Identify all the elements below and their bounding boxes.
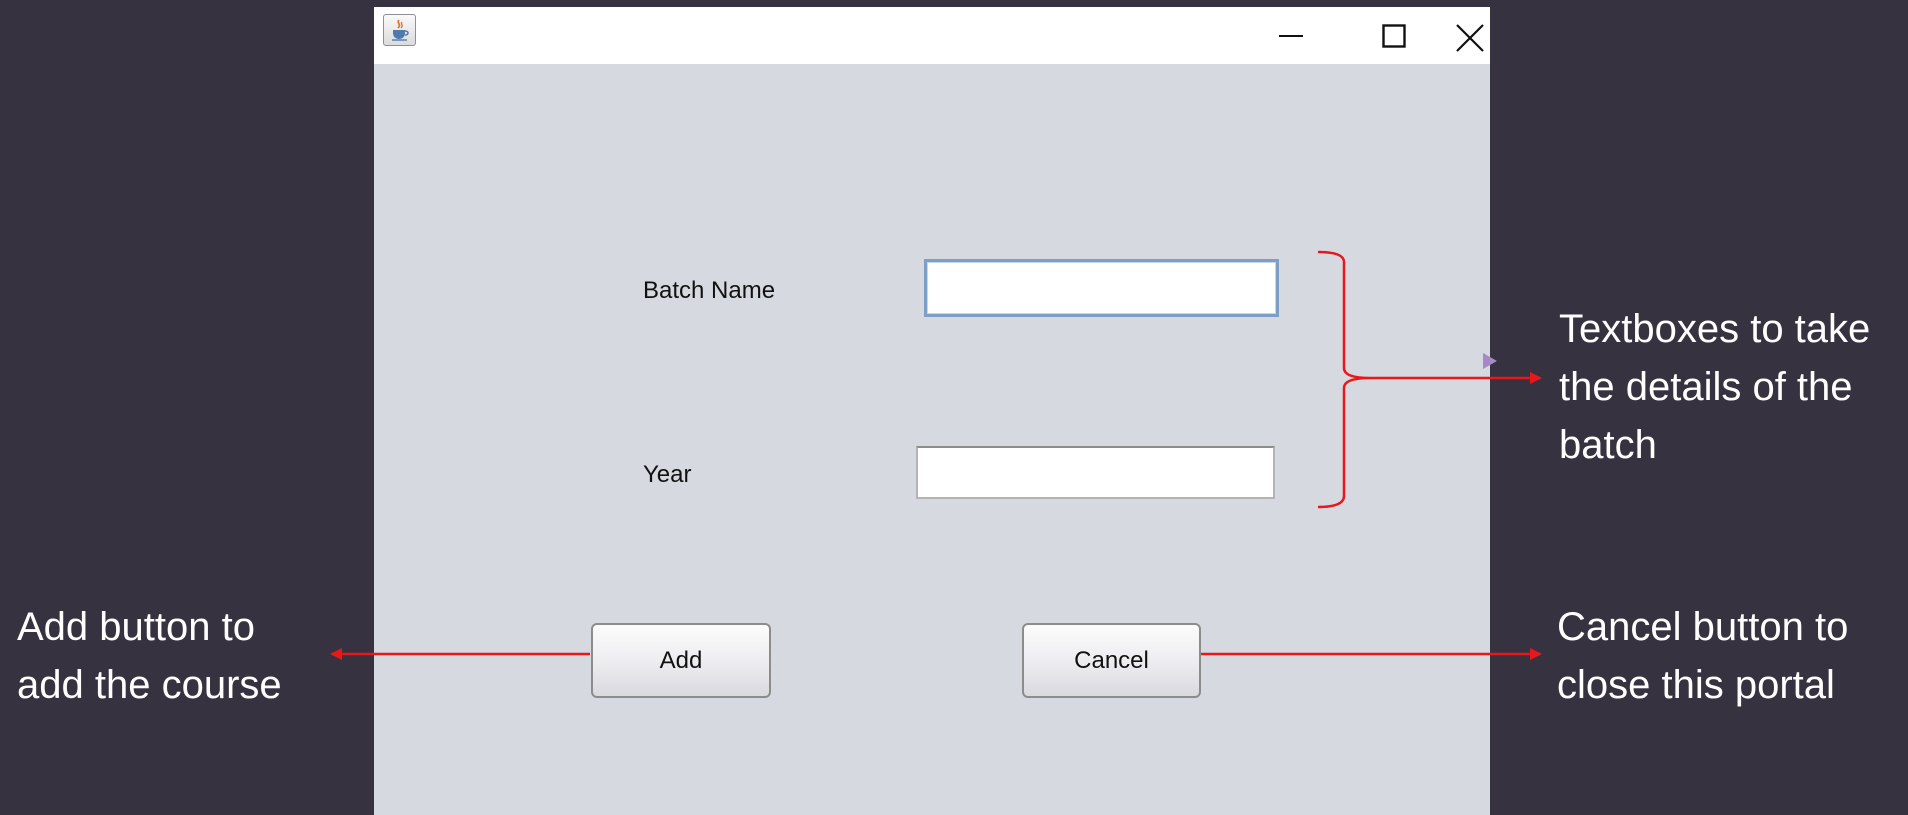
batch-name-input[interactable] [924,259,1279,317]
year-input[interactable] [916,446,1275,499]
year-label: Year [643,461,692,488]
batch-form-window: Batch Name Year Add Cancel [374,7,1490,815]
close-icon [1456,24,1484,52]
add-annotation: Add button to add the course [17,605,282,707]
maximize-button[interactable] [1359,7,1429,64]
batch-name-label: Batch Name [643,277,776,304]
title-bar [374,7,1490,64]
close-button[interactable] [1454,7,1490,64]
textboxes-annotation: Textboxes to take the details of the bat… [1559,307,1871,467]
cancel-annotation: Cancel button to close this portal [1557,605,1849,707]
maximize-icon [1382,24,1406,48]
minimize-icon [1279,35,1303,37]
cancel-button[interactable]: Cancel [1022,623,1201,698]
add-button[interactable]: Add [591,623,771,698]
minimize-button[interactable] [1256,7,1326,64]
java-coffee-cup-icon[interactable] [383,14,416,46]
